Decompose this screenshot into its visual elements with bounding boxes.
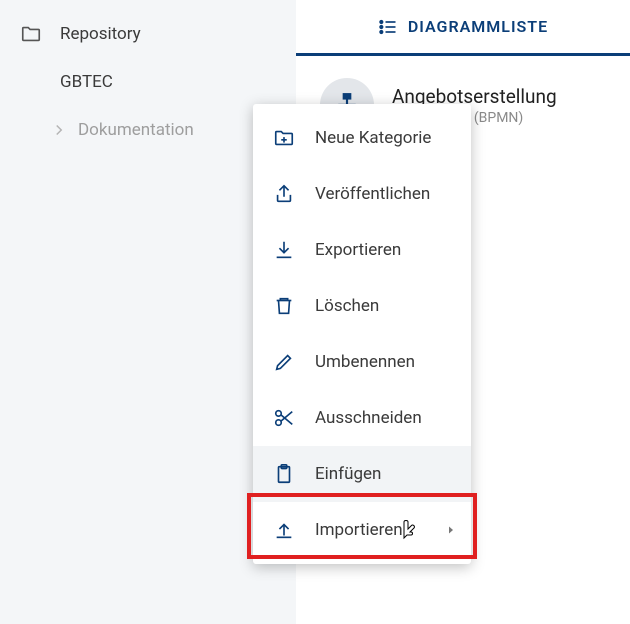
ctx-item-label: Ausschneiden xyxy=(315,408,422,428)
sidebar-item-label: GBTEC xyxy=(60,72,113,92)
ctx-item-label: Exportieren xyxy=(315,240,401,260)
ctx-item-paste[interactable]: Einfügen xyxy=(253,446,471,502)
ctx-item-label: Veröffentlichen xyxy=(315,184,430,204)
ctx-item-import[interactable]: Importieren xyxy=(253,502,471,558)
sidebar-item-repository[interactable]: Repository xyxy=(0,10,296,58)
ctx-item-label: Löschen xyxy=(315,296,379,316)
ctx-item-new-category[interactable]: Neue Kategorie xyxy=(253,110,471,166)
ctx-item-label: Einfügen xyxy=(315,464,381,484)
download-icon xyxy=(273,239,295,261)
ctx-item-export[interactable]: Exportieren xyxy=(253,222,471,278)
upload-share-icon xyxy=(273,183,295,205)
sidebar: Repository GBTEC Dokumentation xyxy=(0,0,296,624)
ctx-item-label: Umbenennen xyxy=(315,352,415,372)
clipboard-icon xyxy=(273,463,295,485)
chevron-right-icon xyxy=(50,121,68,139)
sidebar-item-label: Dokumentation xyxy=(78,120,194,140)
submenu-arrow-icon xyxy=(445,524,457,536)
trash-icon xyxy=(273,295,295,317)
ctx-item-publish[interactable]: Veröffentlichen xyxy=(253,166,471,222)
folder-icon xyxy=(20,23,42,45)
tab-diagram-list[interactable]: DIAGRAMMLISTE xyxy=(296,0,630,56)
sidebar-item-label: Repository xyxy=(60,24,141,44)
ctx-item-label: Neue Kategorie xyxy=(315,128,431,148)
ctx-item-label: Importieren xyxy=(315,520,403,540)
ctx-item-rename[interactable]: Umbenennen xyxy=(253,334,471,390)
folder-plus-icon xyxy=(273,127,295,149)
ctx-item-delete[interactable]: Löschen xyxy=(253,278,471,334)
tab-label: DIAGRAMMLISTE xyxy=(408,17,548,36)
sidebar-item-gbtec[interactable]: GBTEC xyxy=(0,58,296,106)
ctx-item-cut[interactable]: Ausschneiden xyxy=(253,390,471,446)
sidebar-item-dokumentation[interactable]: Dokumentation xyxy=(0,106,296,154)
upload-icon xyxy=(273,519,295,541)
pencil-icon xyxy=(273,351,295,373)
scissors-icon xyxy=(273,407,295,429)
list-icon xyxy=(378,17,398,37)
context-menu: Neue Kategorie Veröffentlichen Exportier… xyxy=(253,104,471,564)
